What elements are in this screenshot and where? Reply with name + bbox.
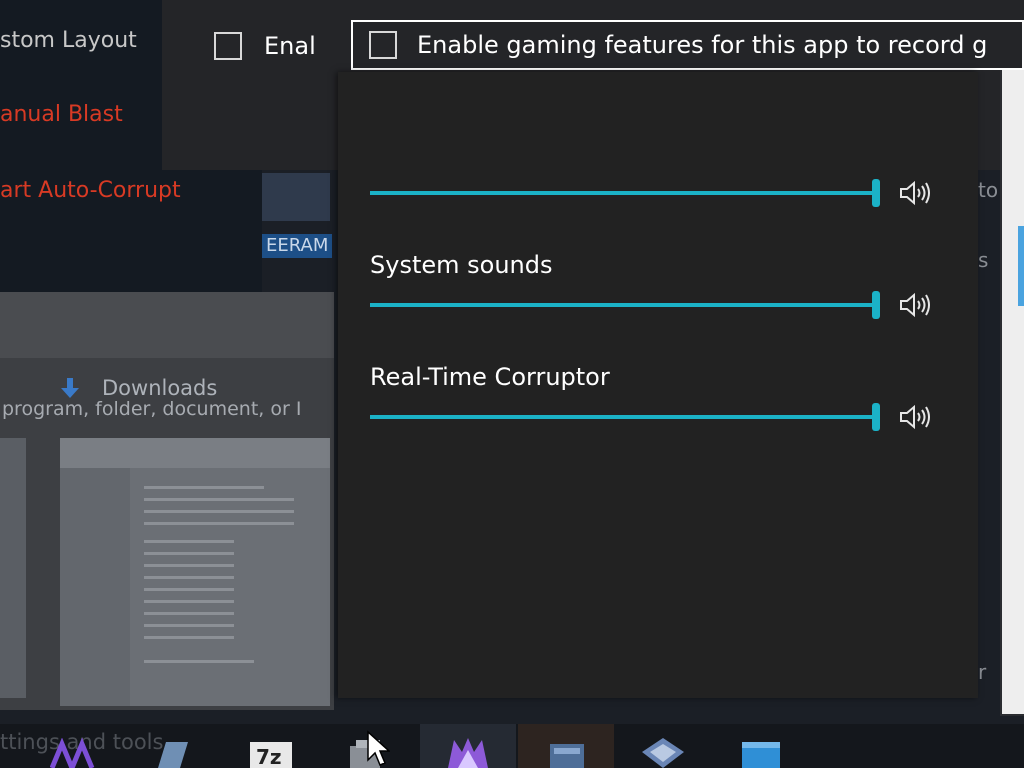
slider-thumb[interactable] [872, 291, 880, 319]
menu-item-start-auto-corrupt[interactable]: art Auto-Corrupt [0, 178, 181, 203]
volume-mixer-panel: System sounds Real-Time Corruptor [338, 72, 978, 698]
volume-label: System sounds [370, 251, 553, 279]
app-icon-blue[interactable] [148, 738, 194, 768]
slider-thumb[interactable] [872, 403, 880, 431]
background-right-text: to [978, 178, 999, 202]
downloads-label: Downloads [102, 376, 218, 400]
volume-row-system-sounds: System sounds [370, 250, 940, 319]
explorer-file-row [144, 510, 294, 513]
volume-row-real-time-corruptor: Real-Time Corruptor [370, 362, 940, 431]
checkbox-box[interactable] [369, 31, 397, 59]
checkbox-label: Enal [264, 32, 316, 60]
explorer-file-row [144, 600, 234, 603]
volume-label: Real-Time Corruptor [370, 363, 610, 391]
mouse-cursor-icon [367, 730, 390, 766]
explorer-file-row [144, 486, 264, 489]
7zip-icon[interactable]: 7z [248, 738, 294, 768]
background-thumbnail [262, 173, 330, 221]
explorer-nav-pane [60, 468, 130, 706]
explorer-file-row [144, 588, 234, 591]
run-dialog-text: program, folder, document, or I [2, 398, 302, 420]
explorer-file-row [144, 612, 234, 615]
explorer-file-row [144, 540, 234, 543]
explorer-thumbnail [60, 438, 330, 706]
background-explorer-window: Downloads program, folder, document, or … [0, 292, 334, 710]
explorer-file-row [144, 564, 234, 567]
explorer-file-row [144, 624, 234, 627]
game-icon[interactable] [444, 738, 492, 768]
window-header [0, 292, 334, 358]
app-icon-purple[interactable] [50, 738, 96, 768]
download-arrow-icon [60, 378, 80, 398]
speaker-icon[interactable] [898, 178, 932, 208]
background-right-text: s [978, 248, 989, 272]
volume-slider-real-time-corruptor[interactable] [370, 402, 880, 432]
explorer-file-row [144, 636, 234, 639]
enable-gaming-features-checkbox[interactable]: Enable gaming features for this app to r… [351, 20, 1024, 70]
explorer-file-row [144, 522, 294, 525]
background-right-scroll-accent [1018, 226, 1024, 306]
app-icon-orange[interactable] [544, 738, 590, 768]
volume-slider-system-sounds[interactable] [370, 290, 880, 320]
slider-thumb[interactable] [872, 179, 880, 207]
background-badge: EERAM [262, 234, 333, 258]
speaker-icon[interactable] [898, 402, 932, 432]
explorer-thumbnail-left [0, 438, 26, 698]
menu-item-custom-layout[interactable]: stom Layout [0, 28, 137, 53]
app-icon-network[interactable] [640, 738, 686, 768]
volume-slider[interactable] [370, 178, 880, 208]
enable-gaming-checkbox-partial[interactable]: Enal [214, 26, 324, 66]
explorer-toolbar [60, 438, 330, 468]
explorer-file-row [144, 660, 254, 663]
checkbox-box[interactable] [214, 32, 242, 60]
slider-fill [370, 191, 880, 195]
explorer-file-row [144, 498, 294, 501]
checkbox-label: Enable gaming features for this app to r… [417, 31, 988, 59]
svg-text:7z: 7z [256, 745, 282, 768]
slider-fill [370, 415, 880, 419]
app-icon-blue-window[interactable] [738, 738, 784, 768]
background-right-text: r [978, 660, 987, 684]
slider-fill [370, 303, 880, 307]
downloads-link[interactable]: Downloads [60, 376, 217, 400]
background-right-window-body [1002, 36, 1024, 714]
explorer-file-row [144, 552, 234, 555]
menu-item-manual-blast[interactable]: anual Blast [0, 102, 123, 127]
speaker-icon[interactable] [898, 290, 932, 320]
explorer-file-row [144, 576, 234, 579]
